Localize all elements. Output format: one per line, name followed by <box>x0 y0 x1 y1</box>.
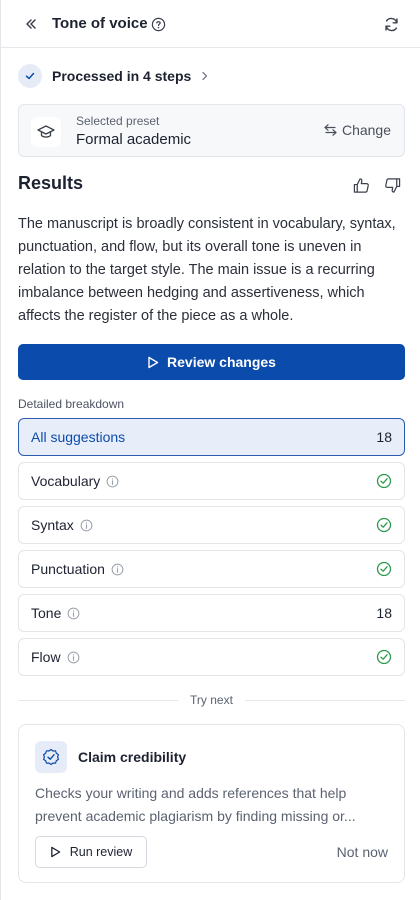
tone-of-voice-panel: Tone of voice Processed in 4 steps Selec… <box>0 0 420 900</box>
row-count: 18 <box>376 605 392 621</box>
change-preset-label: Change <box>341 122 391 138</box>
results-heading: Results <box>18 173 84 193</box>
row-flow[interactable]: Flow <box>18 638 405 676</box>
row-tone[interactable]: Tone 18 <box>18 594 405 632</box>
not-now-button[interactable]: Not now <box>337 844 388 860</box>
play-icon <box>50 846 61 858</box>
check-circle-icon <box>376 649 392 665</box>
row-label: Vocabulary <box>31 473 101 489</box>
row-all-suggestions[interactable]: All suggestions 18 <box>18 418 405 456</box>
preset-caption: Selected preset <box>76 114 160 128</box>
card-title: Claim credibility <box>78 749 187 765</box>
row-label: Flow <box>31 649 61 665</box>
review-changes-label: Review changes <box>167 354 276 370</box>
run-review-button[interactable]: Run review <box>35 836 147 868</box>
thumbs-down-icon <box>384 177 400 193</box>
graduation-cap-icon <box>31 117 61 147</box>
info-icon <box>111 563 124 576</box>
info-icon <box>67 607 80 620</box>
thumbs-up-button[interactable] <box>351 175 371 195</box>
row-label: Punctuation <box>31 561 105 577</box>
check-circle-icon <box>376 561 392 577</box>
help-button[interactable] <box>149 15 167 33</box>
row-vocabulary[interactable]: Vocabulary <box>18 462 405 500</box>
preset-value: Formal academic <box>76 131 192 148</box>
play-icon <box>148 356 159 368</box>
divider-line <box>244 699 405 701</box>
row-label: Syntax <box>31 517 74 533</box>
badge-check-icon <box>35 741 67 773</box>
info-icon <box>80 519 93 532</box>
info-icon <box>67 651 80 664</box>
check-circle-icon <box>376 517 392 533</box>
detailed-breakdown-heading: Detailed breakdown <box>18 397 125 411</box>
chevron-right-icon <box>201 71 209 81</box>
double-chevron-left-icon <box>26 19 36 29</box>
run-review-label: Run review <box>69 845 133 859</box>
review-changes-button[interactable]: Review changes <box>18 344 405 380</box>
row-label: Tone <box>31 605 62 621</box>
swap-arrows-icon <box>324 124 337 136</box>
card-description: Checks your writing and adds references … <box>35 785 356 824</box>
thumbs-down-button[interactable] <box>382 175 402 195</box>
refresh-icon <box>384 17 398 31</box>
change-preset-button[interactable]: Change <box>324 122 391 138</box>
check-circle-icon <box>18 64 42 88</box>
results-summary: The manuscript is broadly consistent in … <box>18 216 396 324</box>
try-next-label: Try next <box>190 693 233 707</box>
collapse-panel-button[interactable] <box>21 14 41 34</box>
info-icon <box>106 475 119 488</box>
refresh-button[interactable] <box>381 14 401 34</box>
panel-header: Tone of voice <box>1 0 420 48</box>
try-next-divider: Try next <box>18 690 405 710</box>
row-syntax[interactable]: Syntax <box>18 506 405 544</box>
processed-steps-toggle[interactable]: Processed in 4 steps <box>18 62 209 90</box>
check-circle-icon <box>376 473 392 489</box>
row-punctuation[interactable]: Punctuation <box>18 550 405 588</box>
divider-line <box>18 699 179 701</box>
row-label: All suggestions <box>31 429 126 445</box>
row-count: 18 <box>376 429 392 445</box>
panel-title: Tone of voice <box>52 15 148 32</box>
thumbs-up-icon <box>353 177 369 193</box>
question-circle-icon <box>151 17 165 31</box>
processed-steps-label: Processed in 4 steps <box>52 68 192 84</box>
selected-preset-card: Selected preset Formal academic Change <box>18 104 405 157</box>
claim-credibility-card: Claim credibility Checks your writing an… <box>18 724 405 883</box>
